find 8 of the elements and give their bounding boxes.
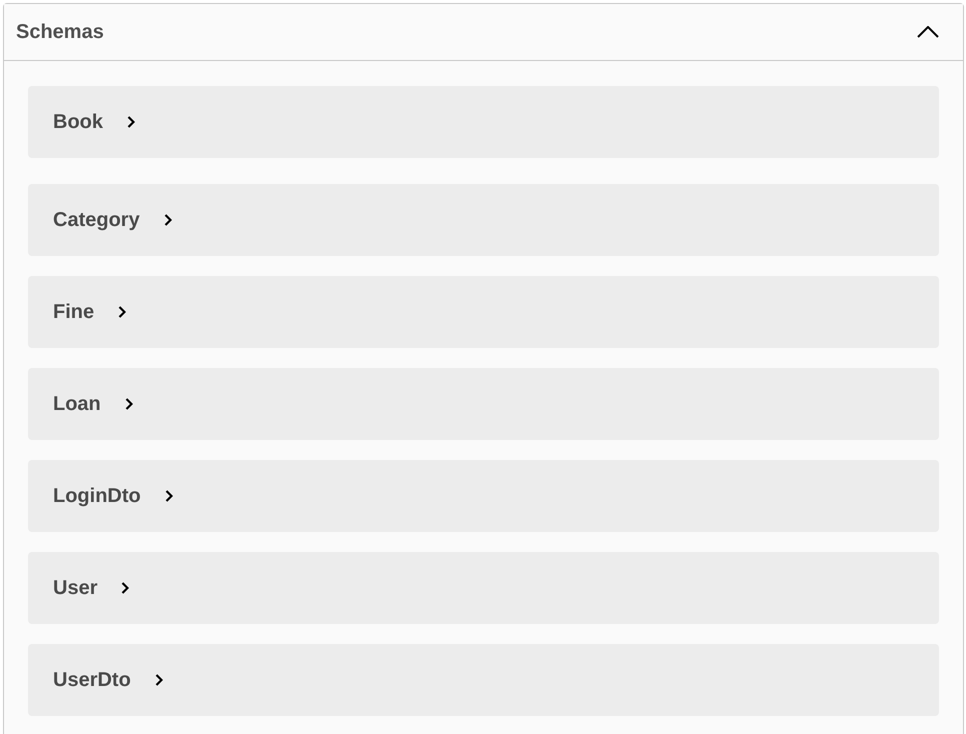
schema-item[interactable]: UserDto xyxy=(28,644,939,716)
schema-item[interactable]: Book xyxy=(28,86,939,158)
schema-item[interactable]: User xyxy=(28,552,939,624)
schema-item[interactable]: LoginDto xyxy=(28,460,939,532)
schema-item[interactable]: Fine xyxy=(28,276,939,348)
schema-item[interactable]: Category xyxy=(28,184,939,256)
schema-item[interactable]: Loan xyxy=(28,368,939,440)
section-header[interactable]: Schemas xyxy=(4,4,963,61)
